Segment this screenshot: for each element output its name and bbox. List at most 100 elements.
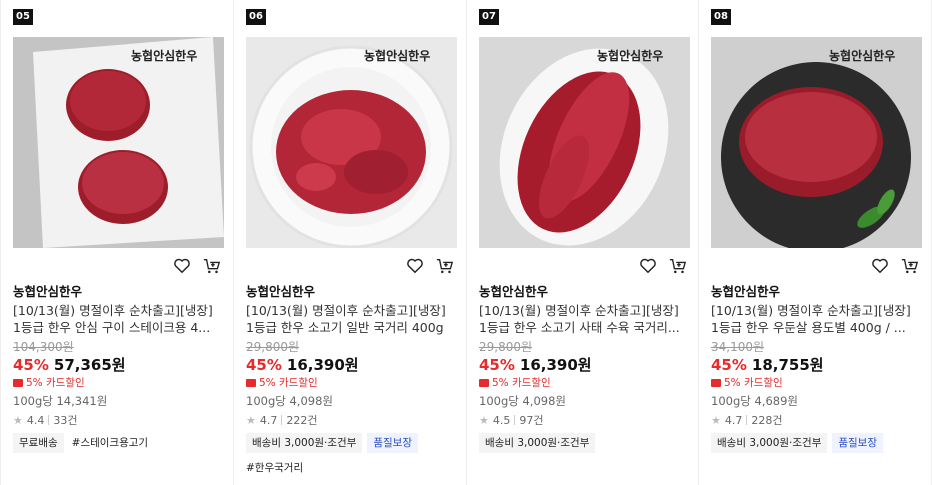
card-discount: 5% 카드할인 [479, 375, 551, 390]
brand-name[interactable]: 농협안심한우 [479, 281, 548, 300]
heart-icon[interactable] [639, 257, 657, 275]
credit-card-icon [246, 378, 256, 387]
product-card[interactable]: 05 농협안심한우 농협안심한우 [10/13(월) 명절이후 순차출고][냉장… [1, 0, 233, 485]
review-count: 33건 [53, 414, 78, 427]
title-line: [10/13(월) 명절이후 순차출고][냉장] [479, 303, 679, 318]
discount-rate: 45% [479, 356, 515, 374]
title-line: 1등급 한우 소고기 일반 국거리 400g [246, 320, 444, 335]
tag-list: 배송비 3,000원·조건부 [479, 433, 596, 453]
price-row: 45% 57,365원 [13, 354, 126, 375]
cart-icon[interactable] [436, 257, 454, 275]
title-line: [10/13(월) 명절이후 순차출고][냉장] [13, 303, 213, 318]
tag: 배송비 3,000원·조건부 [479, 433, 596, 453]
cart-icon[interactable] [203, 257, 221, 275]
card-discount: 5% 카드할인 [246, 375, 318, 390]
unit-price: 100g당 14,341원 [13, 394, 108, 408]
card-discount: 5% 카드할인 [13, 375, 85, 390]
credit-card-icon [13, 378, 23, 387]
title-line: [10/13(월) 명절이후 순차출고][냉장] [246, 303, 446, 318]
review-count: 97건 [519, 414, 544, 427]
rank-badge: 06 [246, 9, 266, 25]
card-discount-label: 5% 카드할인 [259, 377, 318, 389]
credit-card-icon [479, 378, 489, 387]
minced-beef-photo [246, 37, 457, 248]
brand-logo: 농협안심한우 [364, 49, 431, 63]
title-line: 1등급 한우 소고기 사태 수육 국거리... [479, 320, 680, 335]
product-title[interactable]: [10/13(월) 명절이후 순차출고][냉장] 1등급 한우 안심 구이 스테… [13, 302, 223, 336]
discount-rate: 45% [246, 356, 282, 374]
rating: ★ 4.7 222건 [246, 412, 318, 428]
star-icon: ★ [479, 413, 489, 427]
cart-icon[interactable] [669, 257, 687, 275]
product-title[interactable]: [10/13(월) 명절이후 순차출고][냉장] 1등급 한우 우둔살 용도별 … [711, 302, 921, 336]
product-image[interactable] [711, 37, 922, 248]
star-icon: ★ [246, 413, 256, 427]
unit-price: 100g당 4,098원 [479, 394, 566, 408]
heart-icon[interactable] [406, 257, 424, 275]
review-count: 222건 [286, 414, 318, 427]
rating-value: 4.7 [724, 413, 743, 427]
tag-list: 무료배송 #스테이크용고기 [13, 433, 151, 453]
brand-logo: 농협안심한우 [829, 49, 896, 63]
cart-icon[interactable] [901, 257, 919, 275]
discount-rate: 45% [711, 356, 747, 374]
original-price: 34,100원 [711, 340, 765, 354]
tag: 배송비 3,000원·조건부 [246, 433, 363, 453]
original-price: 104,300원 [13, 340, 74, 354]
credit-card-icon [711, 378, 721, 387]
rating-value: 4.4 [26, 413, 45, 427]
price-row: 45% 16,390원 [479, 354, 592, 375]
heart-icon[interactable] [871, 257, 889, 275]
product-title[interactable]: [10/13(월) 명절이후 순차출고][냉장] 1등급 한우 소고기 사태 수… [479, 302, 689, 336]
brand-name[interactable]: 농협안심한우 [13, 281, 82, 300]
product-title[interactable]: [10/13(월) 명절이후 순차출고][냉장] 1등급 한우 소고기 일반 국… [246, 302, 456, 336]
rank-badge: 05 [13, 9, 33, 25]
product-grid: 05 농협안심한우 농협안심한우 [10/13(월) 명절이후 순차출고][냉장… [0, 0, 932, 485]
product-card[interactable]: 07 농협안심한우 농협안심한우 [10/13(월) 명절이후 순차출고][냉장… [467, 0, 699, 485]
brand-name[interactable]: 농협안심한우 [711, 281, 780, 300]
product-card[interactable]: 08 농협안심한우 농협안심한우 [10/13(월) 명절이후 순차출고][냉장… [699, 0, 931, 485]
tag: 배송비 3,000원·조건부 [711, 433, 828, 453]
rating-value: 4.5 [492, 413, 511, 427]
hashtag[interactable]: #한우국거리 [246, 460, 303, 475]
divider [281, 415, 283, 425]
divider [48, 415, 50, 425]
star-icon: ★ [711, 413, 721, 427]
rating-value: 4.7 [259, 413, 278, 427]
rank-badge: 07 [479, 9, 499, 25]
tag: 무료배송 [13, 433, 64, 453]
brand-logo: 농협안심한우 [131, 49, 198, 63]
original-price: 29,800원 [246, 340, 300, 354]
brand-logo: 농협안심한우 [597, 49, 664, 63]
divider [514, 415, 516, 425]
unit-price: 100g당 4,098원 [246, 394, 333, 408]
title-line: 1등급 한우 안심 구이 스테이크용 4... [13, 320, 211, 335]
brand-name[interactable]: 농협안심한우 [246, 281, 315, 300]
card-discount-label: 5% 카드할인 [26, 377, 85, 389]
product-image[interactable] [13, 37, 224, 248]
heart-icon[interactable] [173, 257, 191, 275]
quality-tag: 품질보장 [367, 433, 418, 453]
original-price: 29,800원 [479, 340, 533, 354]
hashtag[interactable]: #스테이크용고기 [69, 433, 151, 453]
shank-photo [479, 37, 690, 248]
sale-price: 57,365원 [53, 356, 126, 374]
product-image[interactable] [479, 37, 690, 248]
price-row: 45% 18,755원 [711, 354, 824, 375]
product-image[interactable] [246, 37, 457, 248]
price-row: 45% 16,390원 [246, 354, 359, 375]
review-count: 228건 [751, 414, 783, 427]
quality-tag: 품질보장 [832, 433, 883, 453]
sale-price: 16,390원 [519, 356, 592, 374]
discount-rate: 45% [13, 356, 49, 374]
sale-price: 16,390원 [286, 356, 359, 374]
divider [746, 415, 748, 425]
star-icon: ★ [13, 413, 23, 427]
rank-badge: 08 [711, 9, 731, 25]
title-line: 1등급 한우 우둔살 용도별 400g / ... [711, 320, 906, 335]
rating: ★ 4.5 97건 [479, 412, 544, 428]
card-discount-label: 5% 카드할인 [724, 377, 783, 389]
tag-list: 배송비 3,000원·조건부 품질보장 [246, 433, 418, 453]
product-card[interactable]: 06 농협안심한우 농협안심한우 [10/13(월) 명절이후 순차출고][냉장… [234, 0, 466, 485]
rating: ★ 4.7 228건 [711, 412, 783, 428]
